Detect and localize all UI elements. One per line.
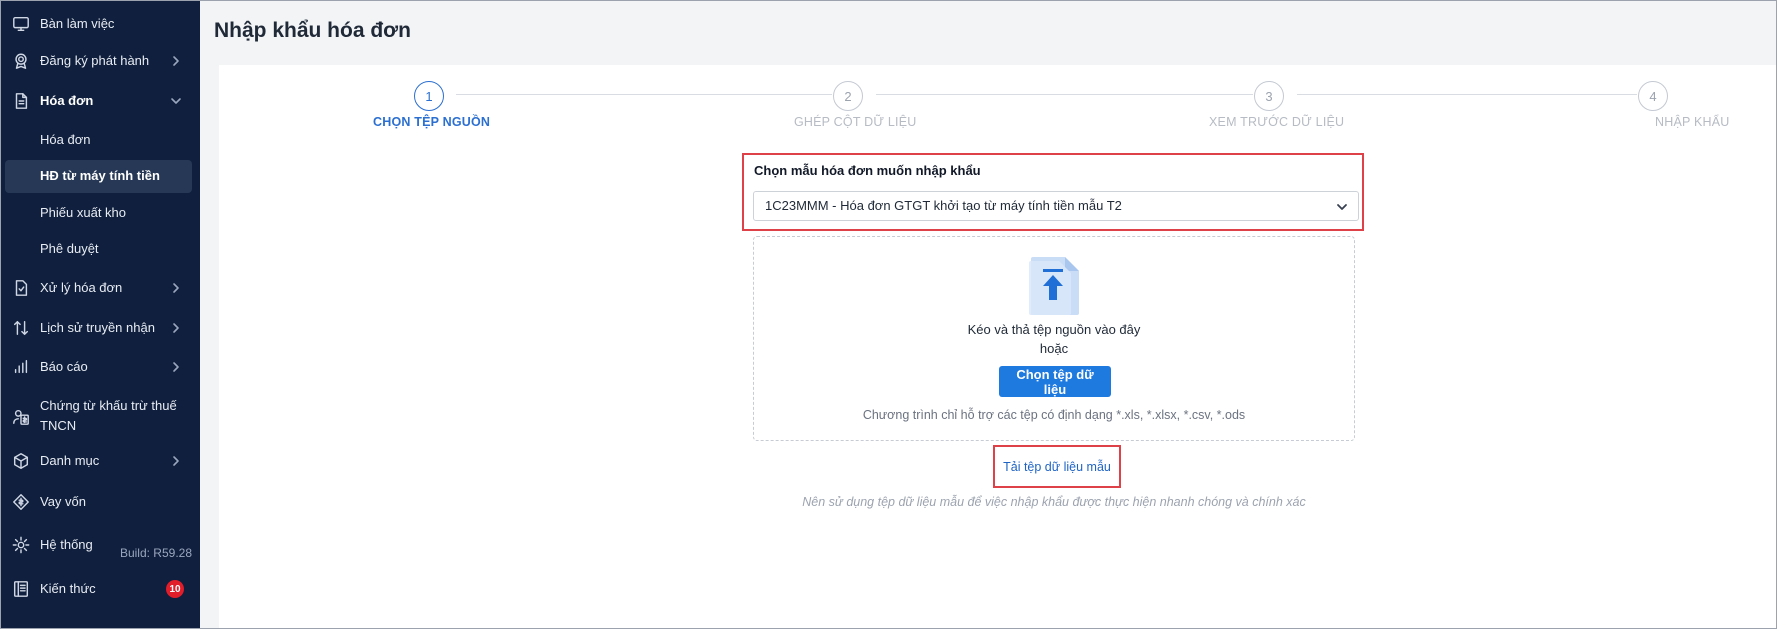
sidebar-item-label: Bàn làm việc (40, 16, 115, 31)
page-title: Nhập khẩu hóa đơn (214, 19, 411, 42)
download-sample-link[interactable]: Tải tệp dữ liệu mẫu (993, 445, 1121, 488)
chevron-right-icon (170, 55, 182, 67)
sidebar-item-label: Đăng ký phát hành (40, 53, 150, 68)
sidebar-item-label: Lịch sử truyền nhận (40, 320, 155, 335)
sidebar: Bàn làm việc Đăng ký phát hành Hóa đơn H… (1, 1, 200, 628)
build-version: Build: R59.28 (119, 546, 192, 560)
chevron-right-icon (170, 361, 182, 373)
step-4-circle: 4 (1638, 81, 1668, 111)
sidebar-item-label: Danh mục (40, 453, 100, 468)
chevron-right-icon (170, 322, 182, 334)
step-connector (456, 94, 832, 95)
badge-icon (11, 51, 31, 71)
step-connector (876, 94, 1253, 95)
step-connector (1297, 94, 1637, 95)
step-2-circle: 2 (833, 81, 863, 111)
sidebar-subitem-label: HĐ từ máy tính tiền (40, 168, 160, 183)
sidebar-item-processing[interactable]: Xử lý hóa đơn (1, 278, 200, 298)
box-icon (11, 451, 31, 471)
step-2-label: GHÉP CỘT DỮ LIỆU (794, 115, 917, 129)
sidebar-item-dashboard[interactable]: Bàn làm việc (1, 14, 200, 34)
sidebar-item-invoices[interactable]: Hóa đơn (1, 91, 200, 111)
sidebar-subitem-label: Hóa đơn (40, 132, 91, 147)
sample-hint-text: Nên sử dụng tệp dữ liệu mẫu để việc nhập… (802, 495, 1306, 509)
transfer-arrows-icon (11, 318, 31, 338)
sidebar-subitem-label: Phiếu xuất kho (40, 205, 127, 220)
supported-formats-text: Chương trình chỉ hỗ trợ các tệp có định … (862, 408, 1246, 422)
sidebar-item-label: Chứng từ khấu trừ thuế (40, 398, 177, 413)
loan-icon (11, 492, 31, 512)
sidebar-item-history[interactable]: Lịch sử truyền nhận (1, 318, 200, 338)
sidebar-item-label: TNCN (40, 418, 77, 433)
template-select-value: 1C23MMM - Hóa đơn GTGT khởi tạo từ máy t… (765, 198, 1122, 213)
step-1-label: CHỌN TỆP NGUỒN (373, 115, 491, 129)
tax-receipt-icon (11, 407, 31, 427)
sidebar-item-registration[interactable]: Đăng ký phát hành (1, 51, 200, 71)
step-4-label: NHẬP KHẨU (1655, 115, 1730, 129)
sidebar-subitem-label: Phê duyệt (40, 241, 99, 256)
sidebar-item-label: Báo cáo (40, 359, 88, 374)
chevron-down-icon (1336, 200, 1348, 212)
sidebar-item-loan[interactable]: Vay vốn (1, 492, 200, 512)
monitor-icon (11, 14, 31, 34)
document-icon (11, 91, 31, 111)
notification-badge: 10 (166, 580, 184, 598)
gear-icon (11, 535, 31, 555)
sidebar-item-tax-certificate[interactable]: Chứng từ khấu trừ thuế TNCN (1, 397, 200, 437)
chevron-down-icon (170, 95, 182, 107)
template-select[interactable]: 1C23MMM - Hóa đơn GTGT khởi tạo từ máy t… (753, 191, 1359, 221)
dropzone-instruction: Kéo và thả tệp nguồn vào đây (967, 322, 1141, 337)
sidebar-item-label: Kiến thức (40, 581, 96, 596)
book-icon (11, 579, 31, 599)
document-check-icon (11, 278, 31, 298)
chevron-right-icon (170, 455, 182, 467)
step-1-circle: 1 (414, 81, 444, 111)
sidebar-item-catalog[interactable]: Danh mục (1, 451, 200, 471)
sidebar-item-label: Xử lý hóa đơn (40, 280, 123, 295)
step-3-circle: 3 (1254, 81, 1284, 111)
sidebar-item-label: Hóa đơn (40, 93, 94, 108)
step-3-label: XEM TRƯỚC DỮ LIỆU (1209, 115, 1345, 129)
file-upload-icon (1029, 257, 1079, 315)
sidebar-item-label: Hệ thống (40, 537, 93, 552)
app-window: Bàn làm việc Đăng ký phát hành Hóa đơn H… (0, 0, 1777, 629)
choose-file-button[interactable]: Chọn tệp dữ liệu (999, 366, 1111, 397)
sidebar-item-reports[interactable]: Báo cáo (1, 357, 200, 377)
sidebar-item-label: Vay vốn (40, 494, 87, 509)
chevron-right-icon (170, 282, 182, 294)
dropzone-or: hoặc (1039, 341, 1069, 356)
template-label: Chọn mẫu hóa đơn muốn nhập khẩu (754, 163, 981, 178)
bar-chart-icon (11, 357, 31, 377)
